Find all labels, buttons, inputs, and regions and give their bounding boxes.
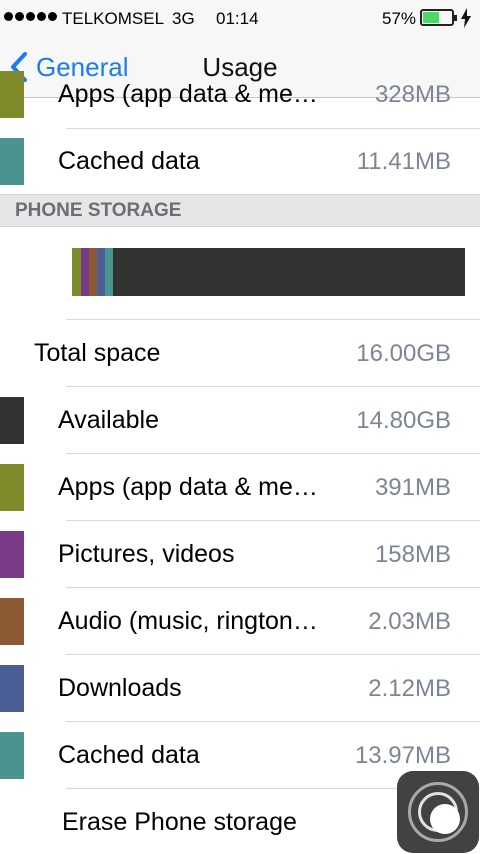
row-value: 2.12MB bbox=[368, 675, 451, 702]
row-label: Downloads bbox=[58, 674, 182, 702]
total-space-row: Total space 16.00GB bbox=[0, 320, 480, 387]
row-value: 14.80GB bbox=[356, 407, 451, 434]
storage-segment-audio bbox=[89, 248, 98, 296]
list-item[interactable]: Downloads 2.12MB bbox=[0, 655, 480, 722]
section-header: PHONE STORAGE bbox=[0, 194, 480, 227]
clock: 01:14 bbox=[216, 9, 259, 28]
status-bar: TELKOMSEL 3G 01:14 57% bbox=[0, 0, 480, 36]
row-label: Available bbox=[58, 406, 160, 434]
storage-segment-apps bbox=[72, 248, 82, 296]
storage-usage-bar bbox=[72, 248, 465, 296]
list-item[interactable]: Available 14.80GB bbox=[0, 387, 480, 454]
list-item[interactable]: Apps (app data & me… 328MB bbox=[0, 61, 480, 128]
section-header-label: PHONE STORAGE bbox=[15, 200, 182, 221]
storage-segment-downloads bbox=[97, 248, 105, 296]
category-color-swatch bbox=[0, 397, 24, 444]
carrier-name: TELKOMSEL bbox=[62, 9, 165, 28]
row-value: 328MB bbox=[374, 81, 451, 108]
list-item[interactable]: Cached data 11.41MB bbox=[0, 128, 480, 195]
erase-label: Erase Phone storage bbox=[62, 808, 297, 836]
network-type: 3G bbox=[172, 9, 195, 28]
row-label: Apps (app data & me… bbox=[58, 80, 318, 108]
list-item[interactable]: Audio (music, rington… 2.03MB bbox=[0, 588, 480, 655]
row-label: Apps (app data & me… bbox=[58, 473, 318, 501]
row-value: 158MB bbox=[374, 541, 451, 568]
signal-strength-icon bbox=[4, 12, 57, 21]
category-color-swatch bbox=[0, 665, 24, 712]
row-value: 16.00GB bbox=[356, 340, 451, 367]
storage-segment-available bbox=[112, 248, 465, 296]
row-value: 2.03MB bbox=[368, 608, 451, 635]
assistive-touch-button[interactable] bbox=[397, 771, 479, 853]
row-value: 391MB bbox=[374, 474, 451, 501]
category-color-swatch bbox=[0, 732, 24, 779]
category-color-swatch bbox=[0, 138, 24, 185]
list-item[interactable]: Apps (app data & me… 391MB bbox=[0, 454, 480, 521]
row-label: Total space bbox=[34, 339, 161, 367]
category-color-swatch bbox=[0, 531, 24, 578]
assistive-touch-icon bbox=[408, 782, 468, 842]
storage-segment-cached bbox=[105, 248, 113, 296]
category-color-swatch bbox=[0, 71, 24, 118]
charging-bolt-icon bbox=[461, 8, 471, 28]
battery-percent: 57% bbox=[382, 9, 417, 28]
battery-level-fill bbox=[423, 12, 439, 23]
row-label: Pictures, videos bbox=[58, 540, 235, 568]
row-value: 11.41MB bbox=[356, 148, 451, 175]
category-color-swatch bbox=[0, 598, 24, 645]
battery-icon bbox=[420, 9, 457, 26]
storage-segment-pictures bbox=[81, 248, 90, 296]
category-color-swatch bbox=[0, 464, 24, 511]
row-label: Audio (music, rington… bbox=[58, 607, 318, 635]
row-label: Cached data bbox=[58, 147, 200, 175]
list-item[interactable]: Pictures, videos 158MB bbox=[0, 521, 480, 588]
row-label: Cached data bbox=[58, 741, 200, 769]
